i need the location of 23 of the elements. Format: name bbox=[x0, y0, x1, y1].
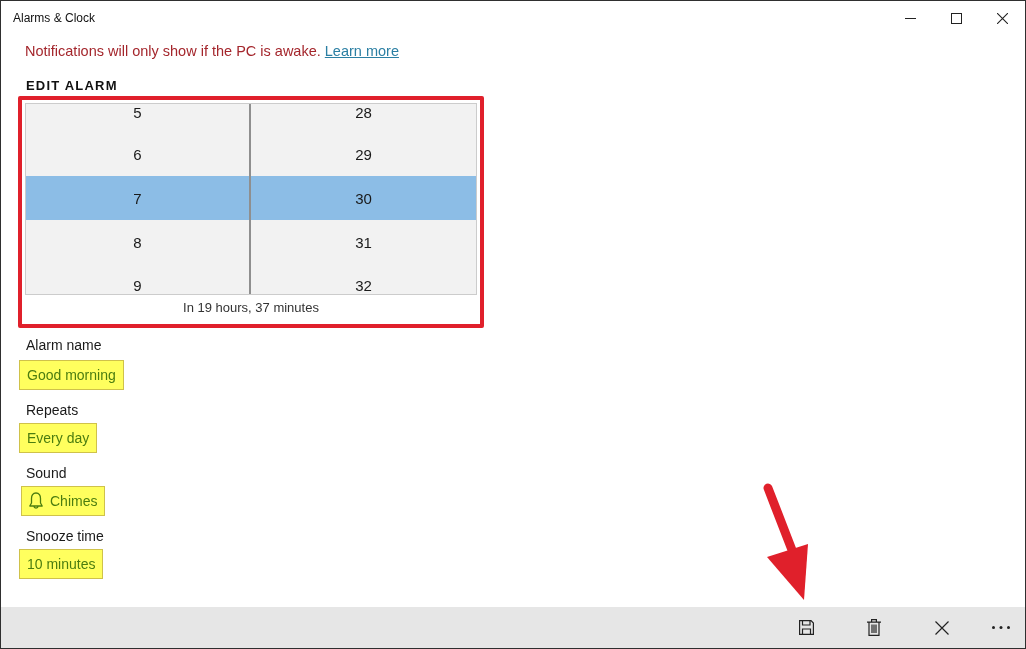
window-title: Alarms & Clock bbox=[13, 11, 95, 25]
field-label: Snooze time bbox=[26, 527, 104, 545]
countdown-text: In 19 hours, 37 minutes bbox=[182, 299, 320, 317]
sound-dropdown[interactable]: Chimes bbox=[21, 486, 106, 516]
field-label: Sound bbox=[26, 464, 67, 482]
picker-item[interactable]: 7 bbox=[26, 176, 249, 220]
picker-item[interactable]: 30 bbox=[251, 176, 476, 220]
field-label: Alarm name bbox=[26, 336, 102, 354]
snooze-dropdown[interactable]: 10 minutes bbox=[19, 549, 104, 579]
save-icon bbox=[798, 620, 814, 635]
repeat-dropdown[interactable]: Every day bbox=[19, 423, 98, 453]
field-label: Repeats bbox=[26, 401, 79, 419]
minimize-icon bbox=[904, 17, 916, 19]
close-icon bbox=[935, 620, 949, 635]
bell-icon bbox=[29, 492, 43, 510]
notice-text: Notifications will only show if the PC is awake. Learn more bbox=[25, 42, 399, 61]
trash-icon bbox=[867, 619, 881, 636]
text-field[interactable]: Good morning bbox=[19, 360, 124, 390]
more-icon bbox=[991, 626, 1010, 629]
learn-more-link[interactable]: Learn more bbox=[324, 43, 399, 59]
maximize-icon bbox=[950, 12, 962, 24]
section-heading: EDIT ALARM bbox=[26, 78, 118, 94]
close-icon bbox=[996, 12, 1008, 24]
